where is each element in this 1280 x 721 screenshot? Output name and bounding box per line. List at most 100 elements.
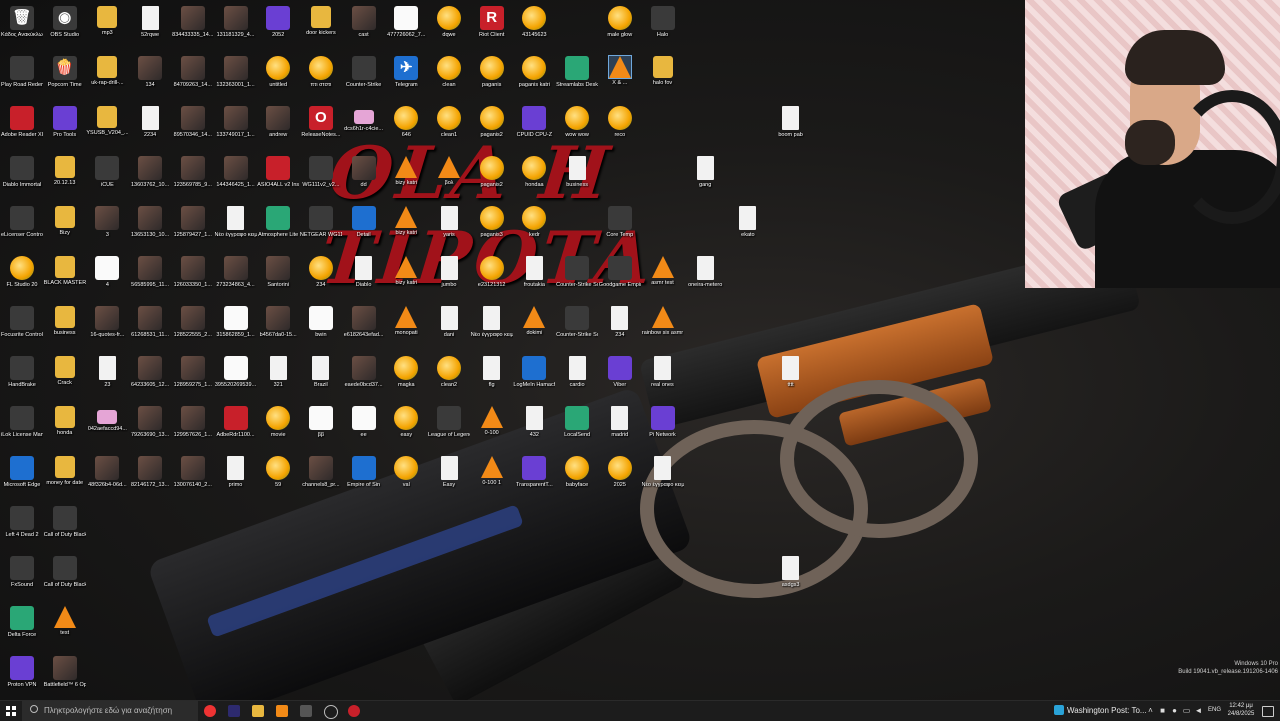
vlc-icon[interactable] [276,705,288,717]
desktop-icon[interactable]: bizy katri [385,254,427,304]
desktop-icon[interactable]: yaris [428,204,470,254]
desktop-icon[interactable]: 321 [257,354,299,404]
desktop-icon[interactable]: business [556,154,598,204]
desktop-icon[interactable]: 43145623 [513,4,555,54]
clock[interactable]: 12:42 μμ 24/8/2025 [1226,702,1256,718]
desktop-icon[interactable]: O ReleaseNotes... [300,104,342,154]
desktop-icon[interactable]: gang [684,154,726,204]
desktop-icon[interactable]: cardio [556,354,598,404]
network-icon[interactable]: ▭ [1182,706,1191,715]
desktop-icon[interactable]: 59 [257,454,299,504]
desktop-icon[interactable]: dqwe [428,4,470,54]
desktop-icon[interactable]: uk-rap-drill-... [86,54,128,104]
volume-icon[interactable]: ◄ [1194,706,1203,715]
desktop-icon[interactable]: real ones [642,354,684,404]
desktop-icon[interactable]: 13603762_10... [129,154,171,204]
desktop-icon[interactable]: movie [257,404,299,454]
desktop-icon[interactable]: FL Studio 20 [1,254,43,304]
desktop-icon[interactable]: TransparentT... [513,454,555,504]
desktop-icon[interactable]: asdgs3 [770,554,812,604]
desktop-icon[interactable]: 0-100 [471,404,513,454]
desktop-icon[interactable]: Adobe Reader XI [1,104,43,154]
desktop-icon[interactable]: Microsoft Edge [1,454,43,504]
desktop-icon[interactable]: 82146172_13... [129,454,171,504]
desktop-icon[interactable]: 2234 [129,104,171,154]
desktop-icon[interactable]: babyface [556,454,598,504]
desktop-icon[interactable]: 89570346_14... [172,104,214,154]
desktop-icon[interactable]: CPUID CPU-Z [513,104,555,154]
desktop-icon[interactable]: ββ [300,404,342,454]
desktop-icon[interactable]: Νέο έγγραφο κειμένου [471,304,513,354]
desktop-icon[interactable]: ◉ OBS Studio [44,4,86,54]
desktop-icon[interactable]: Counter-Strike Source [556,254,598,304]
audio-app-icon[interactable] [300,705,312,717]
chrome-icon[interactable] [204,705,216,717]
desktop-icon[interactable]: iLok License Manager [1,404,43,454]
desktop-icon[interactable]: primo [215,454,257,504]
notification-center-icon[interactable] [1262,706,1274,717]
news-widget[interactable]: Washington Post: To... [1052,701,1147,721]
desktop-icon[interactable]: cast [343,4,385,54]
desktop-icon[interactable]: 234 [300,254,342,304]
file-explorer-icon[interactable] [252,705,264,717]
desktop-icon[interactable]: madrid [599,404,641,454]
desktop-icon[interactable]: 23 [86,354,128,404]
desktop-icon[interactable]: 61268531_11... [129,304,171,354]
desktop-icon[interactable]: monopati [385,304,427,354]
desktop-icon[interactable]: ASIO4ALL v2 Instruction... [257,154,299,204]
desktop-icon[interactable]: 130076140_2... [172,454,214,504]
desktop-icon[interactable]: ekato [727,204,769,254]
desktop-icon[interactable]: iCUE [86,154,128,204]
desktop-icon[interactable]: Diablo Immortal [1,154,43,204]
desktop-icon[interactable]: 477726062_7... [385,4,427,54]
desktop-icon[interactable]: halo fov [642,54,684,104]
desktop-icon[interactable]: eLicenser Control Center [1,204,43,254]
desktop-icon[interactable]: Streamlabs Desktop [556,54,598,104]
desktop-icon[interactable]: 144346425_1... [215,154,257,204]
desktop-icon[interactable]: Diablo [343,254,385,304]
desktop-icon[interactable]: Νέο έγγραφο κειμένου (5) [215,204,257,254]
desktop-icon[interactable]: 123569785_9... [172,154,214,204]
desktop-icon[interactable]: Detail [343,204,385,254]
desktop-icon[interactable]: FxSound [1,554,43,604]
desktop-icon[interactable]: asmr test [642,254,684,304]
desktop-icon[interactable]: 646 [385,104,427,154]
desktop-icon[interactable]: rainbow six asmr [642,304,684,354]
desktop-icon[interactable]: NETGEAR WG111v3 S... [300,204,342,254]
desktop-icon[interactable]: Battlefield™ 6 Open Beta [44,654,86,700]
desktop-icon[interactable]: Pro Tools [44,104,86,154]
desktop-icon[interactable]: Delta Force [1,604,43,654]
desktop-icon[interactable]: 3 [86,204,128,254]
desktop-icon[interactable]: paganis katri [513,54,555,104]
desktop-icon[interactable]: ✈ Telegram [385,54,427,104]
desktop-icon[interactable]: Call of Duty Black Ops [44,504,86,554]
desktop-icon[interactable]: 56585995_11... [129,254,171,304]
desktop-icon[interactable]: βολ [428,154,470,204]
desktop-icon[interactable]: X & ... [599,54,641,104]
desktop-icon[interactable]: dokimi [513,304,555,354]
chevron-up-icon[interactable]: ˄ [1146,706,1155,715]
desktop-icon[interactable]: paganis3 [471,204,513,254]
desktop-icon[interactable]: andrew [257,104,299,154]
desktop-icon[interactable]: mp3 [86,4,128,54]
desktop-icon[interactable]: 131181329_4... [215,4,257,54]
desktop-icon[interactable]: YSUSB_V204_... [86,104,128,154]
desktop-icon[interactable]: honda [44,404,86,454]
desktop-icon[interactable]: LocalSend [556,404,598,454]
desktop-icon[interactable]: 234 [599,304,641,354]
desktop-icon[interactable]: magka [385,354,427,404]
desktop-icon[interactable]: 125879427_1... [172,204,214,254]
desktop-icon[interactable]: 4 [86,254,128,304]
desktop-icon[interactable]: πτι στστι [300,54,342,104]
desktop-icon[interactable]: WG111v2_v2... [300,154,342,204]
desktop-icon[interactable]: dcs6h1r-c4cie... [343,104,385,154]
desktop-icon[interactable]: 273234863_4... [215,254,257,304]
desktop-icon[interactable]: 13653130_10... [129,204,171,254]
desktop-icon[interactable]: 834433335_14... [172,4,214,54]
desktop-icon[interactable]: channels8_pr... [300,454,342,504]
desktop-icon[interactable]: kedr [513,204,555,254]
desktop-icon[interactable]: League of Legends [428,404,470,454]
desktop-icon[interactable]: boom pab [770,104,812,154]
desktop-icon[interactable]: Pi Network [642,404,684,454]
desktop-icon[interactable]: business [44,304,86,354]
